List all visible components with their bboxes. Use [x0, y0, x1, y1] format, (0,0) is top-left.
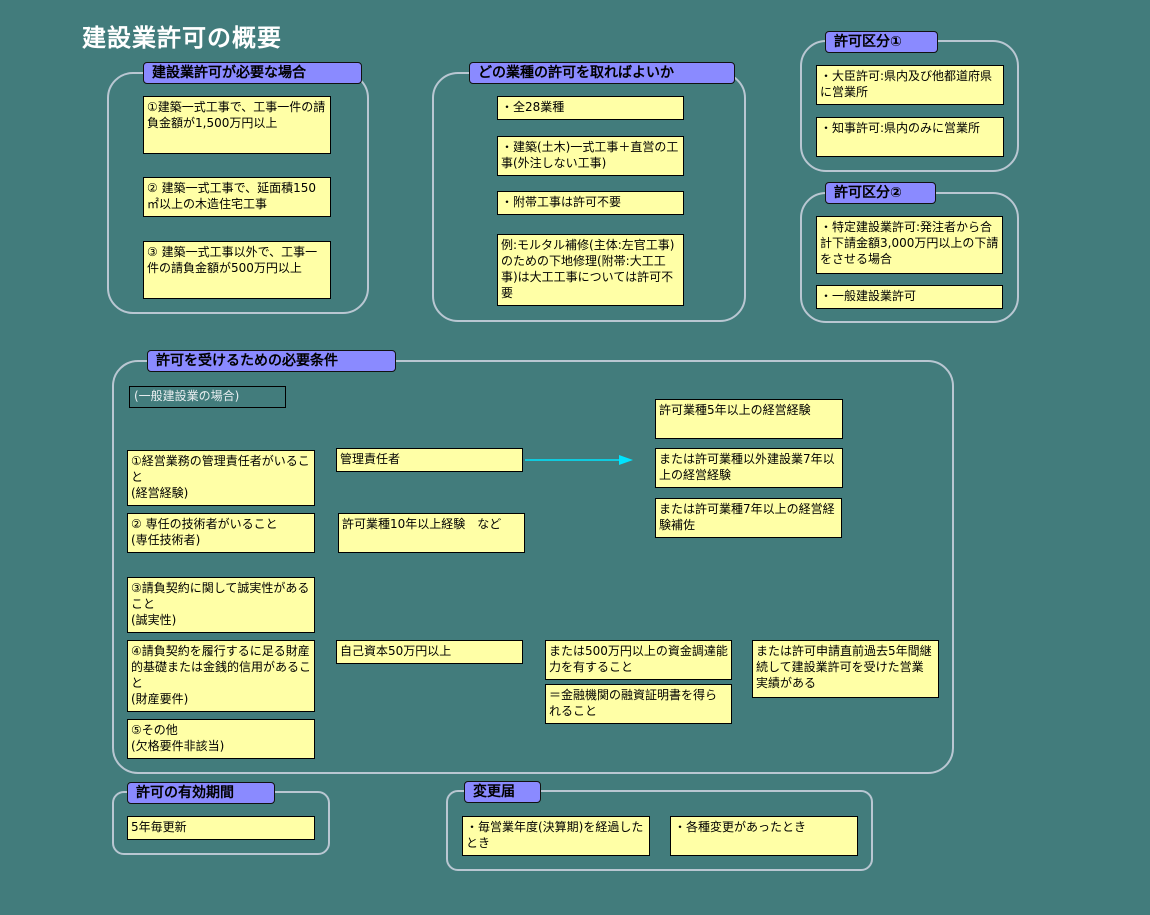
condition-2-detail: 許可業種10年以上経験 など: [338, 513, 525, 553]
validity-value: 5年毎更新: [127, 816, 315, 840]
requirements-heading: 許可を受けるための必要条件: [147, 350, 396, 372]
condition-5: ⑤その他 (欠格要件非該当): [127, 719, 315, 759]
condition-1-detail: 管理責任者: [336, 448, 523, 472]
required-cases-heading: 建設業許可が必要な場合: [143, 62, 362, 84]
category2-item-2: ・一般建設業許可: [816, 285, 1003, 309]
condition-4-detail: 自己資本50万円以上: [336, 640, 523, 664]
condition-4: ④請負契約を履行するに足る財産的基礎または金銭的信用があること (財産要件): [127, 640, 315, 712]
experience-option-1: 許可業種5年以上の経営経験: [655, 399, 843, 439]
experience-option-3: または許可業種7年以上の経営経験補佐: [655, 498, 842, 538]
required-case-2: ② 建築一式工事で、延面積150㎡以上の木造住宅工事: [143, 177, 331, 217]
category2-item-1: ・特定建設業許可:発注者から合計下請金額3,000万円以上の下請をさせる場合: [816, 216, 1003, 274]
funding-ability: または500万円以上の資金調達能力を有すること: [545, 640, 732, 680]
condition-3: ③請負契約に関して誠実性があること (誠実性): [127, 577, 315, 633]
funding-proof: ＝金融機関の融資証明書を得られること: [545, 684, 732, 724]
trade-example: 例:モルタル補修(主体:左官工事)のための下地修理(附帯:大工工事)は大工工事に…: [497, 234, 684, 306]
trades-heading: どの業種の許可を取ればよいか: [469, 62, 735, 84]
required-case-1: ①建築一式工事で、工事一件の請負金額が1,500万円以上: [143, 96, 331, 154]
required-case-3: ③ 建築一式工事以外で、工事一件の請負金額が500万円以上: [143, 241, 331, 299]
page-title: 建設業許可の概要: [82, 24, 282, 52]
manager-arrow: [525, 455, 633, 465]
condition-1: ①経営業務の管理責任者がいること (経営経験): [127, 450, 315, 506]
trade-item-2: ・建築(土木)一式工事＋直営の工事(外注しない工事): [497, 136, 684, 176]
trade-item-3: ・附帯工事は許可不要: [497, 191, 684, 215]
experience-option-2: または許可業種以外建設業7年以上の経営経験: [655, 448, 843, 488]
category1-item-1: ・大臣許可:県内及び他都道府県に営業所: [816, 65, 1004, 105]
condition-2: ② 専任の技術者がいること (専任技術者): [127, 513, 315, 553]
category2-heading: 許可区分②: [825, 182, 936, 204]
business-record: または許可申請直前過去5年間継続して建設業許可を受けた営業実績がある: [752, 640, 939, 698]
validity-heading: 許可の有効期間: [127, 782, 275, 804]
change-item-2: ・各種変更があったとき: [670, 816, 858, 856]
change-item-1: ・毎営業年度(決算期)を経過したとき: [462, 816, 650, 856]
changes-heading: 変更届: [464, 781, 541, 803]
category1-heading: 許可区分①: [825, 31, 938, 53]
trade-item-1: ・全28業種: [497, 96, 684, 120]
requirements-note: (一般建設業の場合): [129, 386, 286, 408]
category1-item-2: ・知事許可:県内のみに営業所: [816, 117, 1004, 157]
